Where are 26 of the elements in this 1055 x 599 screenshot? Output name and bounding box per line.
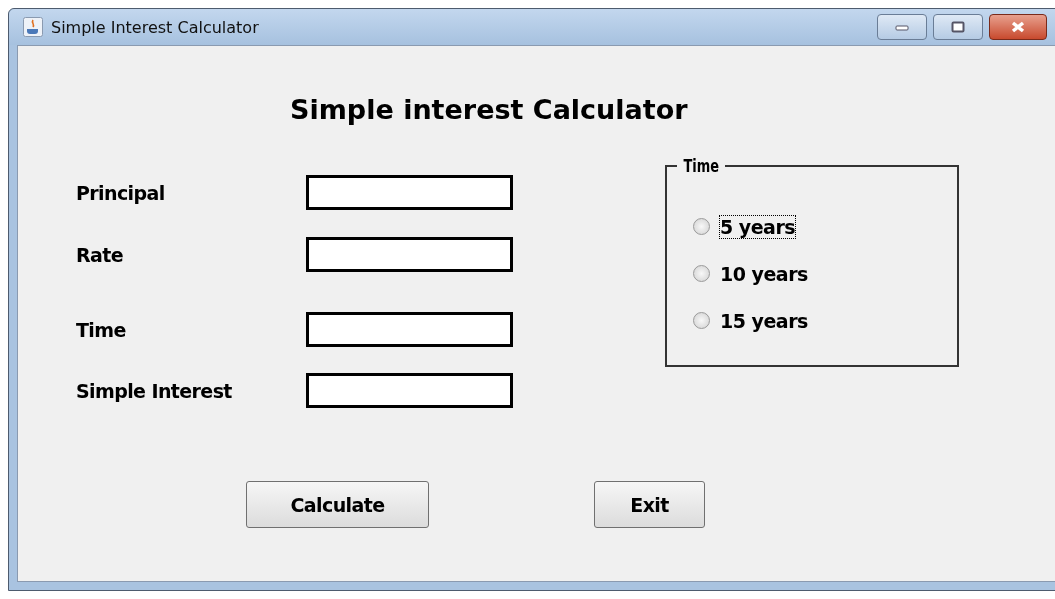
minimize-icon	[895, 23, 909, 31]
maximize-icon	[951, 21, 965, 33]
group-title: Time	[682, 155, 720, 176]
radio-label[interactable]: 10 years	[720, 262, 808, 285]
field-label: Time	[76, 318, 127, 341]
input-field[interactable]	[306, 175, 513, 210]
field-label: Principal	[76, 181, 166, 204]
close-icon	[1010, 21, 1026, 33]
radio-button[interactable]	[693, 312, 710, 329]
close-button[interactable]	[989, 14, 1047, 40]
window-title: Simple Interest Calculator	[51, 17, 259, 37]
coffee-cup-icon	[23, 17, 43, 37]
input-field[interactable]	[306, 237, 513, 272]
radio-button[interactable]	[693, 265, 710, 282]
maximize-button[interactable]	[933, 14, 983, 40]
minimize-button[interactable]	[877, 14, 927, 40]
radio-label[interactable]: 15 years	[720, 309, 808, 332]
radio-button[interactable]	[693, 218, 710, 235]
field-label: Rate	[76, 243, 125, 266]
heading: Simple interest Calculator	[290, 94, 688, 125]
radio-label[interactable]: 5 years	[720, 215, 796, 238]
input-field[interactable]	[306, 373, 513, 408]
input-field[interactable]	[306, 312, 513, 347]
exit-button[interactable]: Exit	[594, 481, 705, 528]
field-label: Simple Interest	[76, 379, 233, 402]
calculate-button[interactable]: Calculate	[246, 481, 429, 528]
